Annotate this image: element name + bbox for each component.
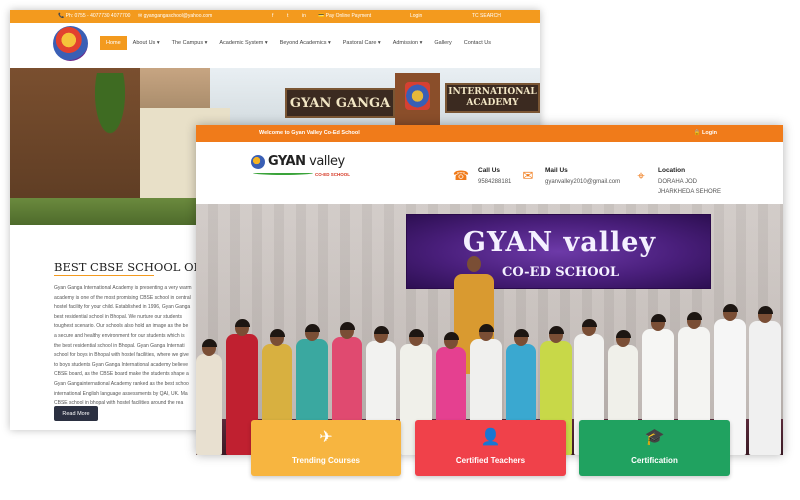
student-hair [304, 324, 320, 332]
student-hair [548, 326, 564, 334]
contact-mail-value[interactable]: gyanvalley2010@gmail.com [545, 177, 620, 187]
student-hair [201, 339, 217, 347]
globe-icon [251, 155, 265, 169]
facebook-icon[interactable]: f [272, 13, 273, 19]
heading-underline [54, 275, 154, 276]
linkedin-icon[interactable]: in [302, 13, 306, 19]
contact-location-label: Location [658, 167, 686, 174]
student-hair [757, 306, 773, 314]
gate-emblem [405, 82, 430, 110]
logo-brand-rest: valley [305, 154, 345, 169]
contact-call-value[interactable]: 9584288181 [478, 177, 511, 187]
school-logo[interactable] [53, 26, 88, 61]
location-line1: DORAHA JOD [658, 179, 698, 185]
phone-icon: ☎ [452, 168, 470, 183]
gate-sign-gyan-ganga: GYAN GANGA [285, 88, 395, 118]
student-hair [686, 312, 702, 320]
banner-line2: CO-ED SCHOOL [502, 265, 620, 280]
welcome-text: Welcome to Gyan Valley Co-Ed School [259, 130, 360, 136]
card-label: Certified Teachers [455, 456, 526, 465]
paragraph-line: the best residential school in Bhopal. G… [54, 342, 185, 349]
logo-brand-bold: GYAN [268, 154, 306, 169]
email-link[interactable]: ✉ gyangangaschool@yahoo.com [138, 13, 212, 19]
phone-text: 📞 Ph: 0755 - 4077730 4077700 [58, 13, 131, 19]
card-certification[interactable]: 🎓 Certification [579, 420, 730, 476]
stage-banner: GYAN valley CO-ED SCHOOL [406, 214, 711, 289]
paragraph-line: international English language assessmen… [54, 390, 188, 397]
paragraph-line: a secure and healthy environment for our… [54, 332, 185, 339]
nav-item-home[interactable]: Home [100, 36, 127, 50]
student-hair [581, 319, 597, 327]
twitter-icon[interactable]: t [287, 13, 288, 19]
banner-line1: GYAN valley [462, 227, 657, 258]
student-hair [339, 322, 355, 330]
logo-swoosh [253, 171, 313, 175]
nav-item-contact[interactable]: Contact Us [458, 36, 497, 50]
gyan-valley-logo[interactable]: GYAN valley CO-ED SCHOOL [251, 152, 361, 187]
gate-sign-academy: INTERNATIONAL ACADEMY [445, 83, 540, 113]
student-hair [650, 314, 666, 322]
gate-sign-line2: ACADEMY [466, 98, 519, 108]
nav-item-pastoral[interactable]: Pastoral Care ▾ [337, 36, 387, 50]
paragraph-line: to boys students Gyan Ganga Internationa… [54, 361, 188, 368]
paragraph-line: best residential school in Bhopal. We nu… [54, 313, 183, 320]
location-line2: JHARKHEDA SEHORE [658, 189, 722, 195]
login-link[interactable]: Login [410, 13, 422, 19]
card-certified-teachers[interactable]: 👤 Certified Teachers [415, 420, 566, 476]
contact-location-value: DORAHA JOD JHARKHEDA SEHORE [658, 177, 721, 197]
student-figure [196, 354, 222, 455]
paragraph-line: hostel facility for your child. Establis… [54, 304, 191, 311]
nav-item-beyond[interactable]: Beyond Academics ▾ [274, 36, 337, 50]
logo-subtitle: CO-ED SCHOOL [315, 172, 351, 177]
nav-item-gallery[interactable]: Gallery [428, 36, 457, 50]
nav-menu: Home About Us ▾ The Campus ▾ Academic Sy… [100, 36, 497, 50]
nav-item-about[interactable]: About Us ▾ [127, 36, 166, 50]
paragraph-line: toughest scenario. Our schools also hold… [54, 323, 189, 330]
nav-item-campus[interactable]: The Campus ▾ [166, 36, 214, 50]
user-icon: 👤 [480, 429, 501, 446]
intro-paragraph: Gyan Ganga International Academy is pres… [54, 284, 204, 409]
mail-icon: ✉ [522, 168, 534, 183]
top-contact-bar: 📞 Ph: 0755 - 4077730 4077700 ✉ gyanganga… [10, 10, 540, 23]
nav-item-admission[interactable]: Admission ▾ [387, 36, 429, 50]
student-hair [373, 326, 389, 334]
student-figure [749, 321, 781, 455]
card-trending-courses[interactable]: ✈ Trending Courses [251, 420, 401, 476]
student-hair [478, 324, 494, 332]
palm-tree [80, 73, 140, 173]
student-hair [234, 319, 250, 327]
paragraph-line: Gyan Ganga International Academy is pres… [54, 285, 192, 291]
gyan-valley-window: Welcome to Gyan Valley Co-Ed School 🔒 Lo… [196, 125, 783, 476]
teacher-head [467, 256, 481, 272]
paragraph-line: Gyan Gangainternational Academy ranked a… [54, 380, 189, 387]
site-header: GYAN valley CO-ED SCHOOL ☎ Call Us 95842… [196, 142, 783, 204]
plane-icon: ✈ [319, 429, 333, 446]
student-hair [443, 332, 459, 340]
login-link[interactable]: 🔒 Login [694, 130, 717, 136]
read-more-button[interactable]: Read More [54, 406, 98, 421]
students-hero-image: GYAN valley CO-ED SCHOOL [196, 204, 783, 455]
paragraph-line: CBSE board, as the CBSE board make the s… [54, 371, 189, 378]
main-nav: Home About Us ▾ The Campus ▾ Academic Sy… [10, 23, 540, 68]
location-icon: ⌖ [637, 168, 645, 183]
card-label: Trending Courses [291, 456, 360, 465]
pay-online-link[interactable]: 💳 Pay Online Payment [318, 13, 371, 19]
logo-brand: GYAN valley [268, 154, 345, 169]
gate-sign-line1: INTERNATIONAL [448, 87, 537, 97]
student-hair [722, 304, 738, 312]
tc-search-link[interactable]: TC SEARCH [472, 13, 501, 19]
student-hair [615, 330, 631, 338]
graduation-cap-icon: 🎓 [644, 429, 665, 446]
welcome-bar: Welcome to Gyan Valley Co-Ed School 🔒 Lo… [196, 125, 783, 142]
contact-call-label: Call Us [478, 167, 501, 174]
student-hair [269, 329, 285, 337]
contact-mail-label: Mail Us [545, 167, 568, 174]
paragraph-line: school for boys in Bhopal with hostel fa… [54, 352, 189, 359]
student-hair [408, 329, 424, 337]
card-label: Certification [631, 456, 678, 465]
nav-item-academic[interactable]: Academic System ▾ [213, 36, 273, 50]
paragraph-line: academy is one of the most promising CBS… [54, 294, 191, 301]
student-hair [513, 329, 529, 337]
